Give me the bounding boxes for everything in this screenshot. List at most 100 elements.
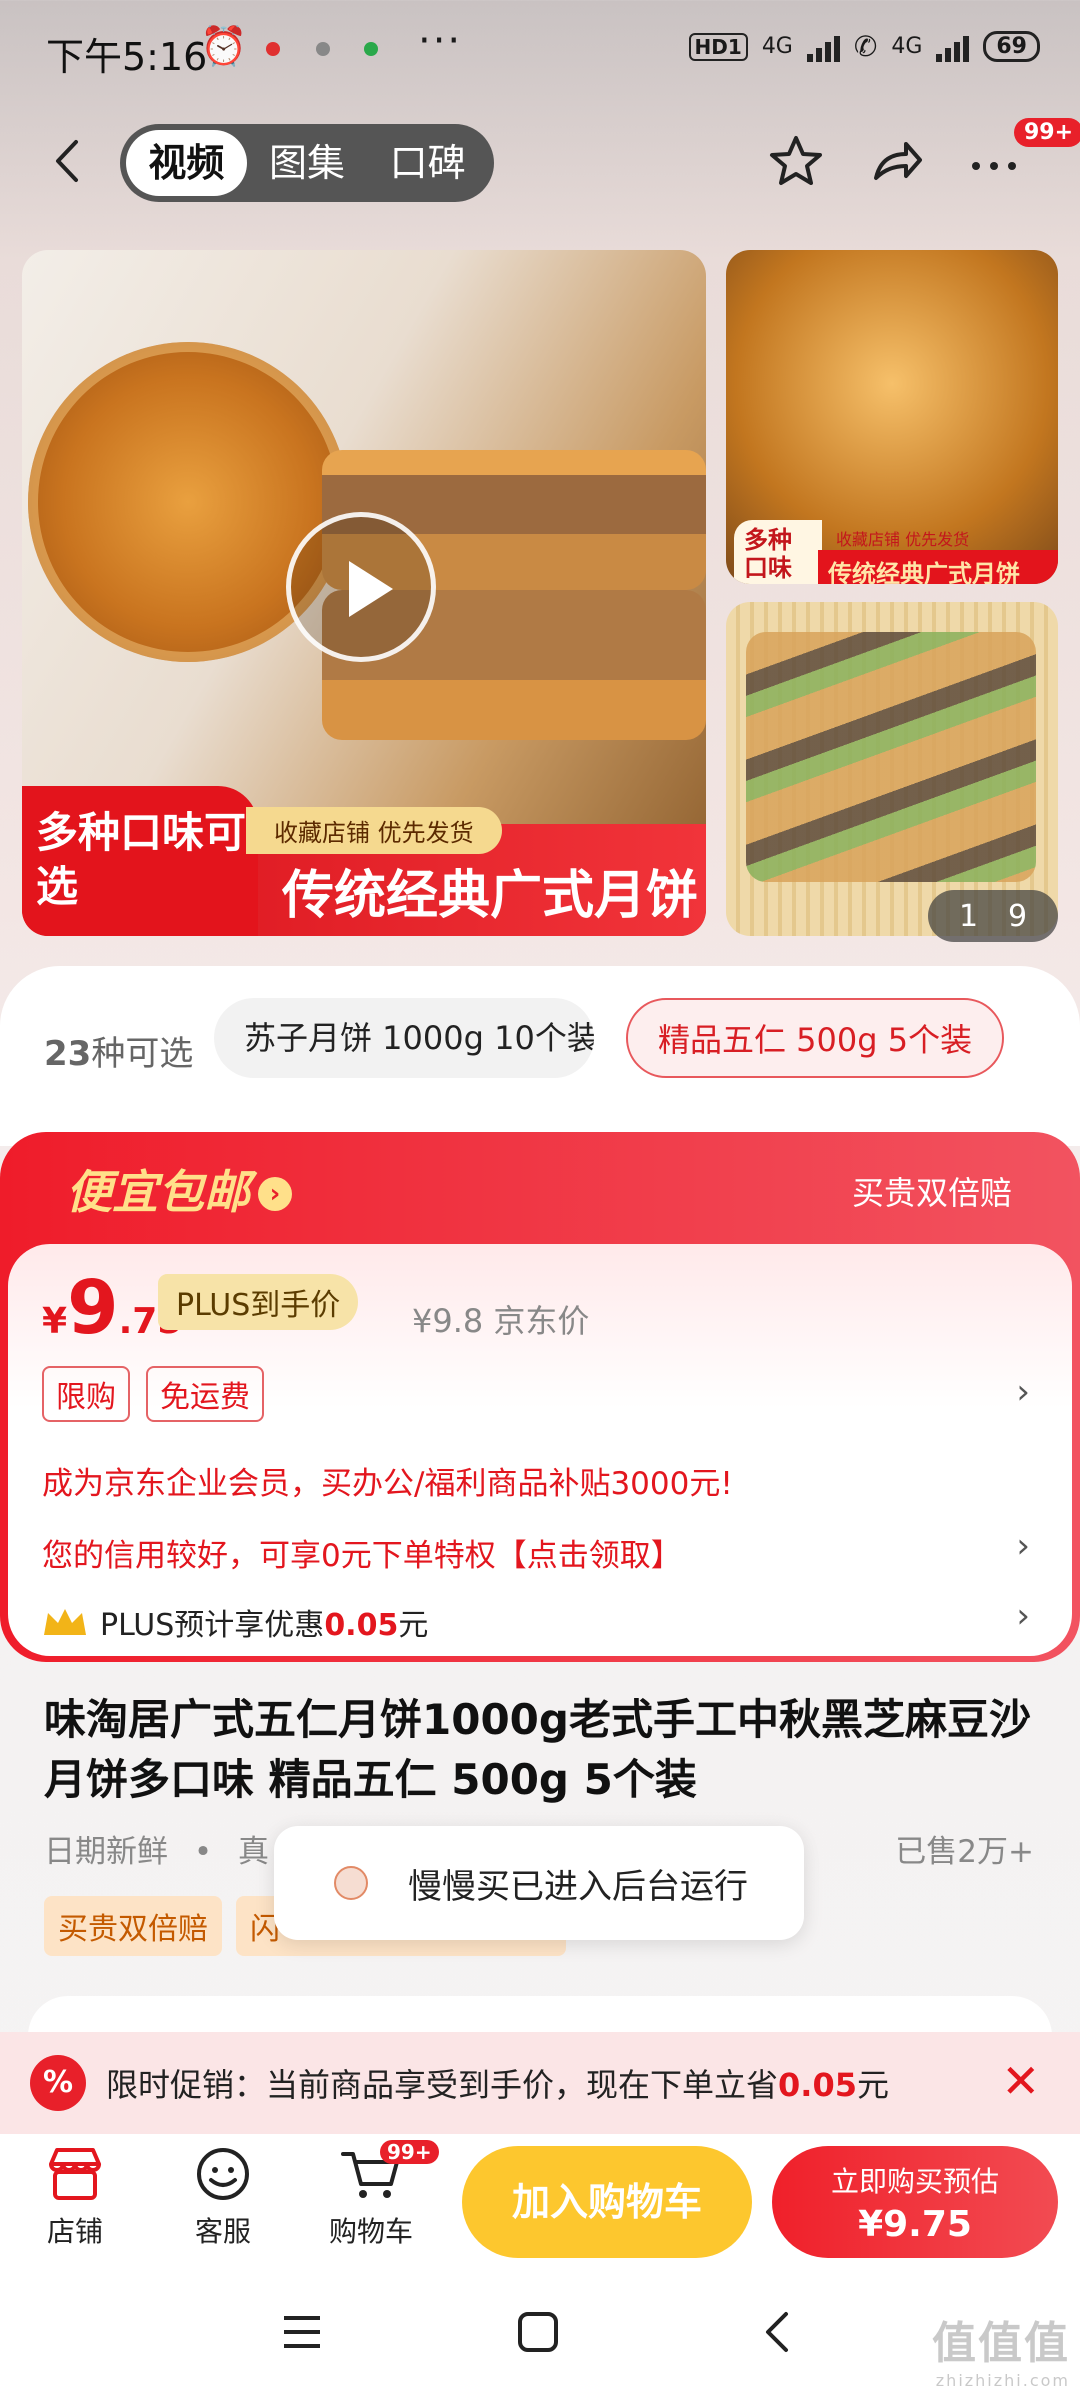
main-product-video[interactable]: 多种口味可选 收藏店铺 优先发货 传统经典广式月饼 [22,250,706,936]
media-tabs: 视频 图集 口碑 [120,124,494,202]
app-icon [334,1866,368,1900]
battery-icon: 69 [983,31,1040,62]
shop-icon [49,2148,101,2200]
promo-text-prefix: 限时促销：当前商品享受到手价，现在下单立省 [106,2066,779,2104]
watermark-site: zhizhizhi.com [935,2371,1070,2390]
status-indicators: HD1 4G ✆ 4G 69 [688,30,1040,63]
buy-now-label: 立即购买预估 [830,2165,999,2198]
phone-notification-icon [364,42,378,56]
cart-button[interactable]: 99+ 购物车 [316,2140,439,2250]
discount-icon: % [30,2055,86,2111]
call-icon: ✆ [853,30,878,63]
meta-fresh: 日期新鲜 [44,1834,168,1870]
gallery-thumb-2[interactable] [726,602,1058,936]
customer-service-button[interactable]: 客服 [168,2146,278,2250]
banner-title: 传统经典广式月饼 [282,866,699,926]
buy-now-price: ¥9.75 [858,2204,972,2245]
promo-bar[interactable]: % 限时促销：当前商品享受到手价，现在下单立省0.05元 ✕ [0,2032,1080,2134]
thumb-subtitle: 收藏店铺 优先发货 [836,530,970,549]
watermark-text: 值值值 [932,2318,1070,2369]
thumb-flavor-tag: 多种口味 [734,520,822,584]
jd-price: ¥9.8 京东价 [412,1302,590,1340]
share-icon[interactable] [866,132,926,192]
bottom-action-bar: 店铺 客服 99+ 购物车 加入购物车 立即购买预估 ¥9.75 [0,2134,1080,2274]
credit-offer[interactable]: 您的信用较好，可享0元下单特权【点击领取】 [42,1530,682,1575]
mooncake-slices-image [746,632,1036,882]
promo-amount: 0.05 [778,2066,857,2104]
close-icon[interactable]: ✕ [1001,2054,1040,2108]
price-card: 便宜包邮 › 买贵双倍赔 ¥ 9 .75 PLUS到手价 ¥9.8 京东价 限购 … [0,1132,1080,1662]
top-nav: 视频 图集 口碑 99+ [0,118,1080,208]
signal-icon [806,32,840,62]
variant-count-label: 种可选 [91,1034,194,1074]
price-detail: ¥ 9 .75 PLUS到手价 ¥9.8 京东价 限购 免运费 › 成为京东企业… [8,1244,1072,1656]
play-icon[interactable] [286,512,436,662]
chevron-right-icon: › [258,1177,292,1211]
counter-current: 1 [958,898,979,934]
promo-title-text: 便宜包邮 [66,1165,250,1219]
price-integer: 9 [67,1265,119,1351]
cart-label: 购物车 [328,2215,413,2248]
plus-discount[interactable]: PLUS预计享优惠0.05元 [42,1600,428,1644]
product-meta: 日期新鲜 • 真 [44,1834,270,1870]
back-icon[interactable] [44,136,94,186]
back-nav-icon[interactable] [756,2310,800,2354]
cart-badge: 99+ [380,2140,439,2164]
alarm-icon: ⏰ [200,24,248,68]
double-pay-link[interactable]: 买贵双倍赔 [852,1168,1012,1214]
limit-tag: 限购 [42,1366,130,1422]
promo-title[interactable]: 便宜包邮 › [66,1156,292,1222]
crown-icon [44,1609,86,1635]
promo-unit: 元 [856,2066,889,2104]
plus-price-tag: PLUS到手价 [158,1274,359,1330]
shop-button[interactable]: 店铺 [20,2146,130,2250]
currency-symbol: ¥ [42,1301,68,1342]
product-gallery: 多种口味可选 收藏店铺 优先发货 传统经典广式月饼 多种口味 收藏店铺 优先发货… [22,250,1058,942]
network-label: 4G [761,34,793,59]
shop-label: 店铺 [46,2215,103,2248]
chevron-right-icon[interactable]: › [1016,1596,1030,1636]
promo-tag: 买贵双倍赔 [44,1896,222,1956]
buy-now-button[interactable]: 立即购买预估 ¥9.75 [772,2146,1058,2258]
image-counter: 1 9 [928,890,1058,942]
notification-dot-icon [316,42,330,56]
counter-total: 9 [1007,898,1028,934]
plus-discount-label: PLUS预计享优惠 [100,1608,325,1643]
tab-gallery[interactable]: 图集 [247,130,368,196]
hd-badge: HD1 [688,32,748,61]
promo-text: 限时促销：当前商品享受到手价，现在下单立省0.05元 [106,2060,889,2106]
signal-icon [936,32,970,62]
more-options-icon[interactable] [964,132,1024,192]
gallery-thumb-1[interactable]: 多种口味 收藏店铺 优先发货 传统经典广式月饼 [726,250,1058,584]
meta-authentic: 真 [238,1834,270,1870]
status-bar: 下午5:16 ⏰ ··· HD1 4G ✆ 4G 69 [0,0,1080,100]
menu-icon[interactable] [280,2310,324,2354]
sold-count: 已售2万+ [895,1834,1034,1870]
plus-discount-unit: 元 [398,1608,429,1643]
banner-subtitle: 收藏店铺 优先发货 [246,807,502,854]
home-icon[interactable] [516,2310,560,2354]
chevron-right-icon[interactable]: › [1016,1526,1030,1566]
variant-chip-selected[interactable]: 精品五仁 500g 5个装 [626,998,1004,1078]
chevron-right-icon[interactable]: › [1016,1372,1030,1412]
enterprise-offer[interactable]: 成为京东企业会员，买办公/福利商品补贴3000元! [42,1458,733,1503]
banner-flavor-tag: 多种口味可选 [22,786,258,936]
notification-dot-icon [266,42,280,56]
favorite-star-icon[interactable] [766,132,826,192]
thumb-title: 传统经典广式月饼 [818,550,1058,584]
service-label: 客服 [194,2215,251,2248]
variant-chip[interactable]: 苏子月饼 1000g 10个装 [214,998,594,1078]
toast-text: 慢慢买已进入后台运行 [408,1866,748,1907]
variant-count-number: 23 [44,1034,92,1074]
toast-message: 慢慢买已进入后台运行 [274,1826,804,1940]
variant-count[interactable]: 23种可选 [44,1026,193,1075]
tab-video[interactable]: 视频 [126,130,247,196]
system-navigation: 值值值 zhizhizhi.com [0,2274,1080,2400]
plus-discount-amount: 0.05 [324,1608,399,1643]
network-label: 4G [891,34,923,59]
chat-face-icon [197,2148,249,2200]
status-time: 下午5:16 [46,35,208,79]
add-to-cart-button[interactable]: 加入购物车 [462,2146,752,2258]
watermark: 值值值 zhizhizhi.com [932,2307,1070,2390]
tab-reviews[interactable]: 口碑 [367,130,488,196]
